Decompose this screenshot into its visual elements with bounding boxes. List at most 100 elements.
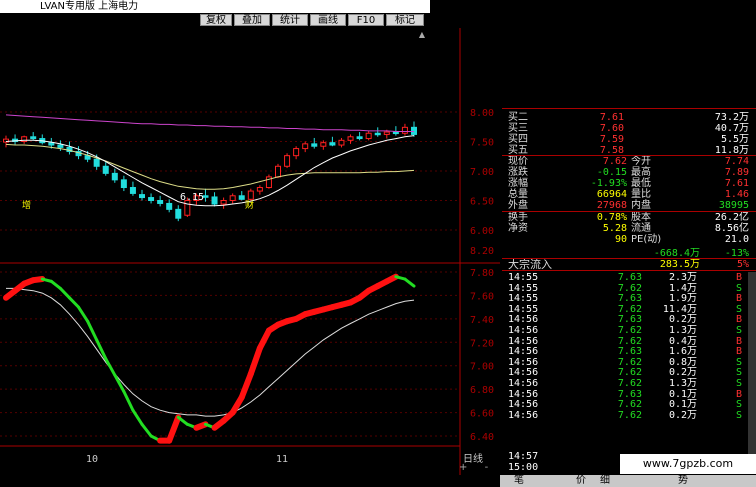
statistics-button[interactable]: 统计 (272, 14, 308, 26)
tick-volume: 0.2万 (668, 314, 697, 326)
candle-body (347, 136, 354, 141)
event-mark-2[interactable]: 财 (245, 199, 254, 211)
tick-volume: 0.4万 (668, 335, 697, 347)
candle-body (93, 158, 100, 167)
tick-price: 7.62 (617, 399, 642, 411)
indicator-segment (403, 277, 416, 288)
tick-volume: 0.2万 (668, 367, 697, 379)
tick-side: B (735, 293, 742, 305)
lower-y-tick: 7.80 (470, 268, 494, 279)
tick-side: B (735, 314, 742, 326)
lower-y-tick: 6.80 (470, 385, 494, 396)
candle-body (356, 136, 363, 140)
tick-volume: 0.2万 (668, 409, 697, 421)
tick-time: 14:55 (508, 293, 539, 305)
indicator-segment (238, 370, 254, 401)
zoom-in-button[interactable]: + (459, 462, 467, 473)
book-volume: 40.7万 (714, 123, 749, 134)
candle-body (175, 208, 182, 219)
candle-body (247, 190, 254, 200)
stat-label: 今开 (631, 156, 651, 167)
panel-separator (502, 258, 756, 259)
book-price: 7.60 (599, 123, 624, 134)
tick-price: 7.62 (617, 282, 642, 294)
bottom-tabs: 笔 价 细 势 (500, 475, 756, 487)
stat-value: 21.0 (724, 234, 749, 245)
tick-time: 14:56 (508, 335, 539, 347)
tick-volume: 0.1万 (668, 388, 697, 400)
indicator-segment (140, 422, 153, 438)
main-chart-gridlines (0, 111, 460, 231)
candle-body (411, 126, 417, 135)
f10-button[interactable]: F10 (348, 14, 384, 26)
mark-button[interactable]: 标记 (386, 14, 424, 26)
stat-label: 最高 (631, 167, 651, 178)
overlay-button[interactable]: 叠加 (234, 14, 270, 26)
panel-separator (502, 270, 756, 271)
candle-body (120, 179, 127, 189)
zoom-out-button[interactable]: - (485, 462, 489, 473)
book-label: 买二 (508, 112, 528, 123)
tick-price: 7.63 (617, 388, 642, 400)
stat-label: 现价 (508, 156, 528, 167)
stat-value: 90 (614, 234, 627, 245)
indicator-segment (86, 319, 99, 342)
main-y-tick: 6.00 (470, 226, 494, 237)
candle-body (139, 194, 145, 199)
book-label: 买三 (508, 123, 528, 134)
tick-volume: 0.1万 (668, 399, 697, 411)
tick-list-scrollbar[interactable] (748, 272, 756, 462)
tick-side: S (735, 378, 742, 389)
tick-volume: 11.4万 (662, 303, 697, 315)
tab-price[interactable]: 价 (576, 475, 586, 487)
block-trade-value: 283.5万 (659, 259, 700, 270)
tick-volume: 1.3万 (668, 378, 697, 389)
candle-body (238, 195, 245, 200)
lower-y-axis: 7.80 7.60 7.40 7.20 7.00 6.80 6.60 6.40 (470, 268, 494, 443)
draw-line-button[interactable]: 画线 (310, 14, 346, 26)
candle-body (166, 202, 173, 210)
candle-body (302, 143, 309, 150)
tick-volume: 1.6万 (668, 346, 697, 358)
main-y-tick: 8.00 (470, 108, 494, 119)
tab-trades[interactable]: 笔 (514, 475, 524, 487)
stat-value: 7.74 (724, 156, 749, 167)
stat-label: PE(动) (631, 234, 662, 245)
indicator-segment (58, 286, 71, 300)
x-label-10: 10 (86, 454, 98, 465)
lower-y-tick: 7.20 (470, 338, 494, 349)
indicator-segment (49, 279, 62, 290)
candle-body (320, 142, 327, 147)
candle-body (293, 148, 300, 157)
book-volume: 5.5万 (720, 134, 749, 145)
tick-side: S (735, 399, 742, 411)
main-y-tick: 8.20 (470, 246, 494, 257)
tab-trend[interactable]: 势 (678, 475, 688, 487)
ma-purple-line (5, 114, 414, 132)
stat-label: 内盘 (631, 200, 651, 211)
candle-body (129, 187, 136, 194)
stat-label: 外盘 (508, 200, 528, 211)
tick-price: 7.63 (617, 293, 642, 305)
stat-label: 换手 (508, 212, 528, 223)
tick-side: B (735, 388, 742, 400)
tick-time: 14:56 (508, 356, 539, 368)
stat-value: 8.56亿 (714, 223, 749, 234)
low-price-label: 6.15 (180, 192, 204, 203)
window-title: LVAN专用版 上海电力 (40, 1, 139, 12)
lower-y-tick: 7.00 (470, 362, 494, 373)
stat-value: 38995 (718, 200, 749, 211)
tab-detail[interactable]: 细 (600, 475, 610, 487)
indicator-segment (77, 305, 90, 323)
restore-rights-button[interactable]: 复权 (200, 14, 232, 26)
stat-value: 7.62 (602, 156, 627, 167)
stat-value: 7.61 (724, 178, 749, 189)
main-y-tick: 7.50 (470, 138, 494, 149)
stat-label: 最低 (631, 178, 651, 189)
candle-body (365, 132, 372, 140)
stat-value: 0.78% (596, 212, 627, 223)
candle-body (383, 131, 390, 135)
event-mark-1[interactable]: 增 (22, 199, 31, 211)
candle-body (311, 143, 318, 147)
candle-body (329, 142, 336, 146)
